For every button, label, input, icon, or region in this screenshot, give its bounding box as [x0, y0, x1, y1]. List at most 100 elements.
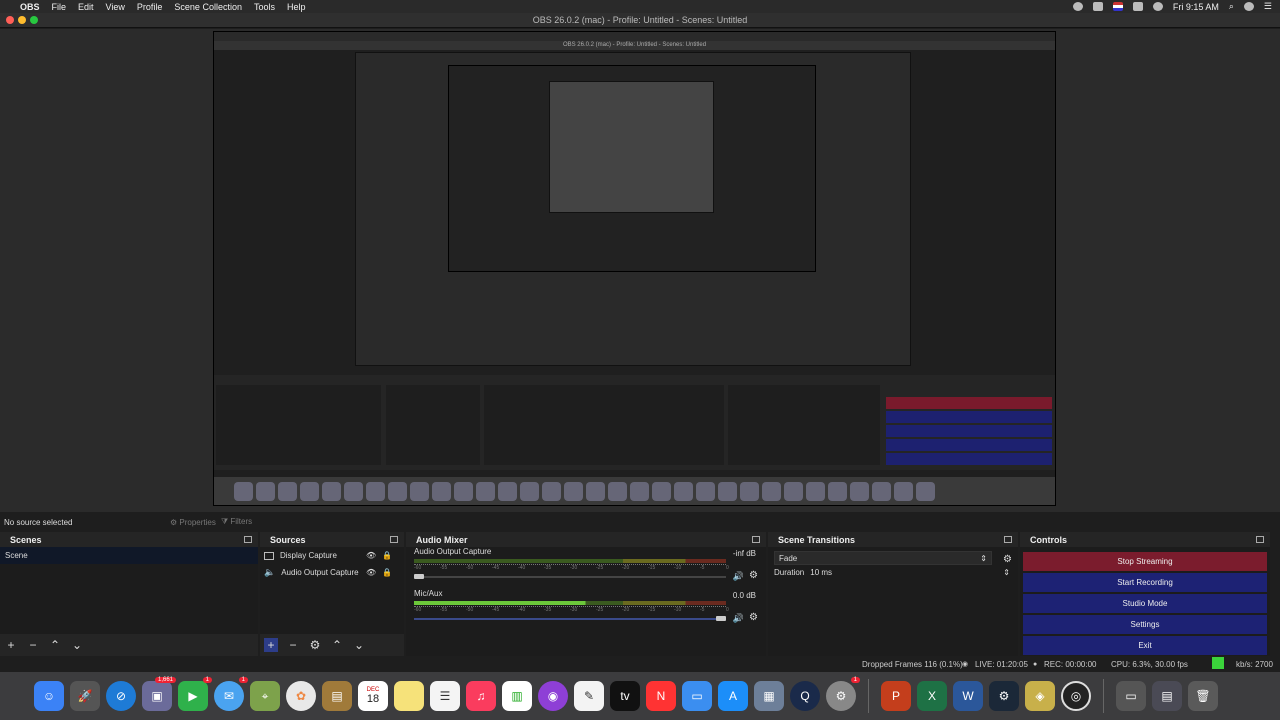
display-tray-icon[interactable]: [1132, 2, 1143, 11]
duration-field[interactable]: Duration 10 ms ⇕: [774, 568, 1012, 577]
news-icon[interactable]: N: [646, 681, 676, 711]
source-properties-gear-icon[interactable]: ⚙: [308, 638, 322, 652]
transition-select[interactable]: Fade ⇕: [774, 551, 992, 565]
bitrate: kb/s: 2700: [1236, 659, 1273, 669]
source-item-audio-output[interactable]: 🔈 Audio Output Capture 👁 🔒: [260, 564, 404, 581]
stop-streaming-button[interactable]: Stop Streaming: [1023, 552, 1267, 571]
music-icon[interactable]: ♫: [466, 681, 496, 711]
add-scene-button[interactable]: +: [4, 638, 18, 652]
meter-scale-tick: -15: [648, 565, 656, 571]
studio-mode-button[interactable]: Studio Mode: [1023, 594, 1267, 613]
control-center-icon[interactable]: ☰: [1264, 1, 1272, 12]
volume-db-label: 0.0 dB: [732, 591, 756, 600]
notes-book-icon[interactable]: ▤: [322, 681, 352, 711]
obs-tray-icon[interactable]: [1072, 2, 1083, 11]
float-dock-icon[interactable]: [1256, 536, 1264, 543]
numbers-icon[interactable]: ▥: [502, 681, 532, 711]
lock-icon[interactable]: 🔒: [382, 568, 392, 577]
visibility-eye-icon[interactable]: 👁: [366, 551, 376, 560]
image-capture-icon[interactable]: ▦: [754, 681, 784, 711]
meter-scale-tick: -35: [544, 565, 552, 571]
powerpoint-icon[interactable]: P: [881, 681, 911, 711]
preview-area[interactable]: OBS 26.0.2 (mac) - Profile: Untitled - S…: [0, 29, 1280, 512]
duration-stepper-icon[interactable]: ⇕: [1003, 568, 1010, 577]
wifi-icon[interactable]: [1152, 2, 1163, 11]
app-store-icon[interactable]: A: [718, 681, 748, 711]
live-time: LIVE: 01:20:05: [975, 659, 1028, 669]
scene-item[interactable]: Scene: [0, 547, 258, 564]
audio-mixer-dock: Audio Mixer Audio Output Capture -inf dB…: [406, 532, 766, 656]
documents-stack-icon[interactable]: ▤: [1152, 681, 1182, 711]
freeform-icon[interactable]: ✎: [574, 681, 604, 711]
menu-view[interactable]: View: [106, 2, 125, 12]
float-dock-icon[interactable]: [244, 536, 252, 543]
move-down-button[interactable]: ⌄: [352, 638, 366, 652]
disk-utility-icon[interactable]: ◈: [1025, 681, 1055, 711]
menu-profile[interactable]: Profile: [137, 2, 163, 12]
meter-scale-tick: -5: [700, 565, 705, 571]
finder-icon[interactable]: ☺: [34, 681, 64, 711]
minimize-window-button[interactable]: [18, 16, 26, 24]
system-preferences-icon[interactable]: 1 ⚙: [826, 677, 860, 711]
steam-icon[interactable]: ⚙: [989, 681, 1019, 711]
source-item-display-capture[interactable]: Display Capture 👁 🔒: [260, 547, 404, 564]
meter-scale-tick: -40: [518, 607, 526, 613]
excel-icon[interactable]: X: [917, 681, 947, 711]
apple-tv-icon[interactable]: tv: [610, 681, 640, 711]
clock[interactable]: Fri 9:15 AM: [1173, 2, 1219, 12]
zoom-window-button[interactable]: [30, 16, 38, 24]
speaker-mute-icon[interactable]: 🔊: [733, 571, 744, 582]
meter-scale-tick: -50: [466, 607, 474, 613]
launchpad-icon[interactable]: 🚀: [70, 681, 100, 711]
remove-source-button[interactable]: −: [286, 638, 300, 652]
photos-icon[interactable]: ✿: [286, 681, 316, 711]
visibility-eye-icon[interactable]: 👁: [366, 568, 376, 577]
add-source-button[interactable]: +: [264, 638, 278, 652]
channel-settings-gear-icon[interactable]: ⚙: [749, 612, 758, 623]
move-down-button[interactable]: ⌄: [70, 638, 84, 652]
menu-tools[interactable]: Tools: [254, 2, 275, 12]
calendar-icon[interactable]: DEC 18: [358, 681, 388, 711]
close-window-button[interactable]: [6, 16, 14, 24]
remove-scene-button[interactable]: −: [26, 638, 40, 652]
channel-settings-gear-icon[interactable]: ⚙: [749, 570, 758, 581]
exit-button[interactable]: Exit: [1023, 636, 1267, 655]
speaker-mute-icon[interactable]: 🔊: [733, 613, 744, 624]
start-recording-button[interactable]: Start Recording: [1023, 573, 1267, 592]
podcasts-icon[interactable]: ◉: [538, 681, 568, 711]
settings-button[interactable]: Settings: [1023, 615, 1267, 634]
menu-obs[interactable]: OBS: [20, 2, 40, 12]
quicktime-icon[interactable]: Q: [790, 681, 820, 711]
filters-button[interactable]: ⧩ Filters: [221, 517, 252, 527]
document-tray-icon[interactable]: [1092, 2, 1103, 11]
transition-settings-gear-icon[interactable]: ⚙: [1003, 554, 1012, 565]
volume-slider[interactable]: [414, 616, 726, 621]
maps-icon[interactable]: ⌖: [250, 681, 280, 711]
spotlight-search-icon[interactable]: ⌕: [1229, 1, 1234, 12]
move-up-button[interactable]: ⌃: [330, 638, 344, 652]
reminders-icon[interactable]: ☰: [430, 681, 460, 711]
float-dock-icon[interactable]: [390, 536, 398, 543]
properties-button[interactable]: ⚙ Properties: [170, 518, 216, 527]
word-icon[interactable]: W: [953, 681, 983, 711]
notes-icon[interactable]: [394, 681, 424, 711]
facetime-icon[interactable]: 1 ▶: [178, 677, 212, 711]
menu-edit[interactable]: Edit: [78, 2, 94, 12]
float-dock-icon[interactable]: [752, 536, 760, 543]
downloads-folder-icon[interactable]: ▭: [1116, 681, 1146, 711]
keynote-icon[interactable]: ▭: [682, 681, 712, 711]
messages-icon[interactable]: 1 ✉: [214, 677, 248, 711]
safari-icon[interactable]: ⊘: [106, 681, 136, 711]
user-icon[interactable]: [1243, 2, 1254, 11]
photo-app-icon[interactable]: 1,661 ▣: [142, 677, 176, 711]
move-up-button[interactable]: ⌃: [48, 638, 62, 652]
trash-icon[interactable]: 🗑: [1188, 681, 1218, 711]
lock-icon[interactable]: 🔒: [382, 551, 392, 560]
float-dock-icon[interactable]: [1004, 536, 1012, 543]
volume-slider[interactable]: [414, 574, 726, 579]
menu-scene-collection[interactable]: Scene Collection: [174, 2, 242, 12]
flag-tray-icon[interactable]: [1112, 2, 1123, 11]
menu-help[interactable]: Help: [287, 2, 306, 12]
obs-icon[interactable]: ◎: [1061, 681, 1091, 711]
menu-file[interactable]: File: [52, 2, 67, 12]
